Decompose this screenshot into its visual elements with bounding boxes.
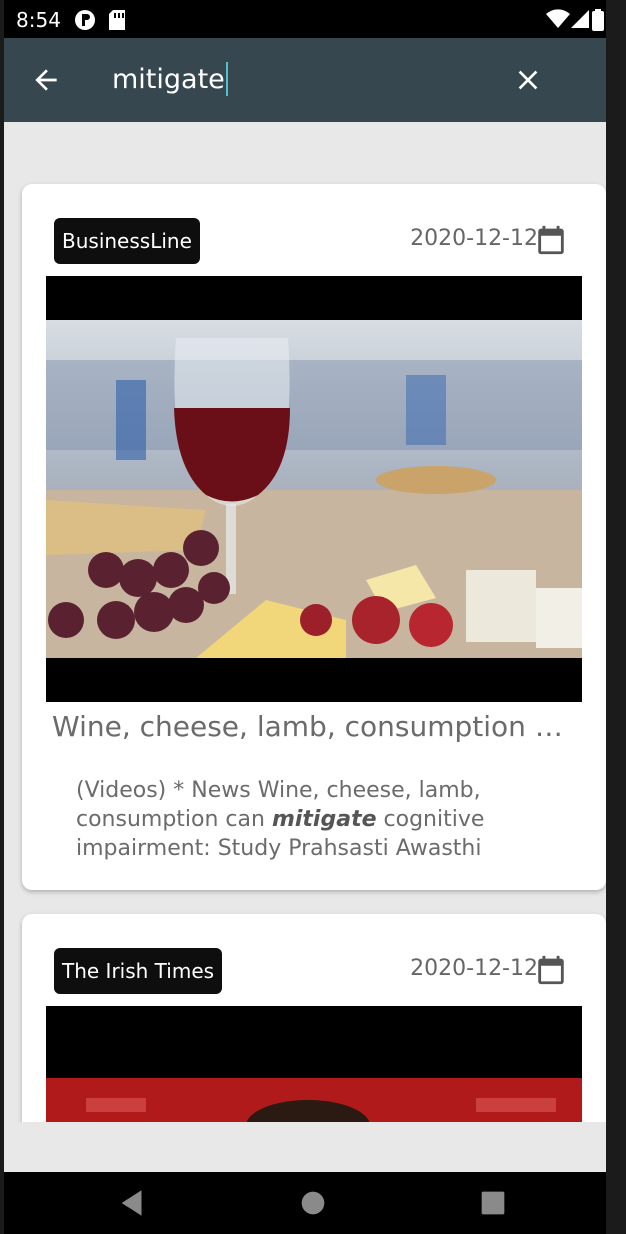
nav-back-icon[interactable]	[116, 1186, 150, 1220]
signal-icon	[571, 10, 589, 28]
system-navigation-bar	[4, 1172, 606, 1234]
text-cursor	[225, 62, 228, 96]
search-input[interactable]: mitigate	[112, 62, 228, 96]
battery-icon	[592, 9, 604, 31]
sd-card-icon	[109, 10, 125, 30]
article-card[interactable]: BusinessLine 2020-12-12 Wine, cheese, la…	[22, 184, 606, 890]
search-app-bar: mitigate	[4, 38, 606, 122]
article-title: Wine, cheese, lamb, consumption c…	[52, 710, 576, 743]
article-image-frame	[46, 276, 582, 702]
wifi-icon	[546, 9, 570, 28]
source-badge: The Irish Times	[54, 948, 223, 994]
status-bar: 8:54	[4, 0, 606, 38]
article-image-frame	[46, 1006, 582, 1122]
article-date: 2020-12-12	[410, 226, 538, 251]
article-summary: (Videos) * News Wine, cheese, lamb, cons…	[76, 776, 546, 863]
results-list[interactable]: BusinessLine 2020-12-12 Wine, cheese, la…	[4, 122, 606, 1122]
article-image	[46, 1078, 582, 1122]
calendar-icon	[538, 955, 564, 985]
nav-recents-icon[interactable]	[476, 1186, 510, 1220]
summary-highlight: mitigate	[271, 807, 377, 832]
calendar-icon	[538, 225, 564, 255]
article-image	[46, 320, 582, 658]
back-arrow-icon[interactable]	[30, 64, 62, 96]
app-screen: 8:54 mitigate BusinessLine 2020-12-12 Wi…	[4, 0, 606, 1234]
source-badge: BusinessLine	[54, 218, 200, 264]
article-date: 2020-12-12	[410, 956, 538, 981]
clear-search-icon[interactable]	[512, 64, 544, 96]
status-time: 8:54	[16, 8, 61, 32]
app-notification-icon	[75, 10, 95, 30]
article-card[interactable]: The Irish Times 2020-12-12	[22, 914, 606, 1122]
nav-home-icon[interactable]	[296, 1186, 330, 1220]
search-query-text: mitigate	[112, 63, 225, 95]
